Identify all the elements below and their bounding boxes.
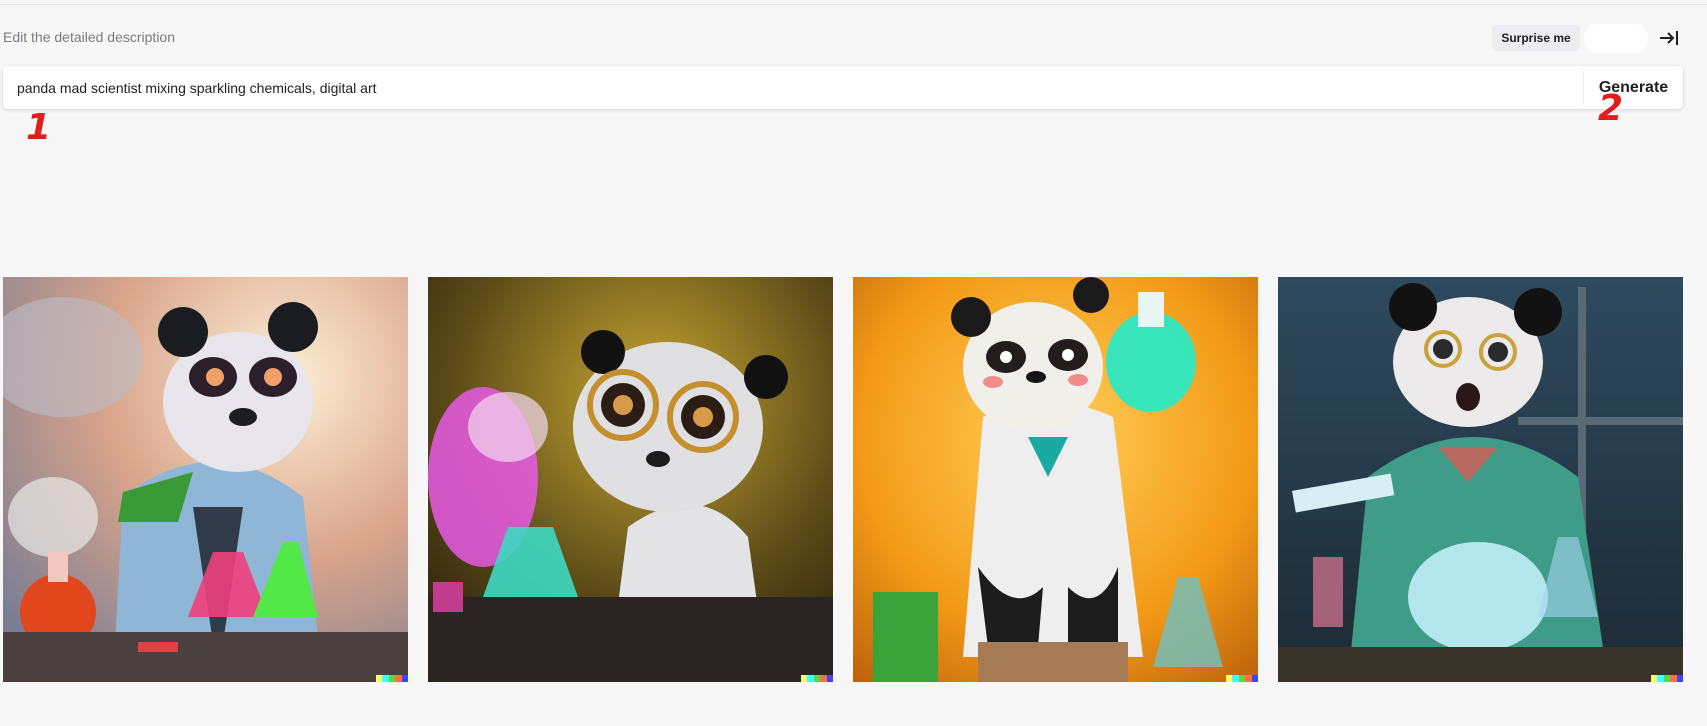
annotation-marker-1: 1 [26, 107, 52, 148]
result-image-2[interactable] [428, 277, 833, 682]
result-image-3[interactable] [853, 277, 1258, 682]
result-image-4[interactable] [1278, 277, 1683, 682]
top-divider [0, 4, 1707, 5]
watermark [801, 675, 833, 682]
prompt-bar: Generate [3, 66, 1683, 109]
watermark [376, 675, 408, 682]
surprise-me-button[interactable]: Surprise me [1492, 25, 1580, 51]
upload-button[interactable] [1584, 24, 1648, 53]
watermark [1651, 675, 1683, 682]
prompt-hint: Edit the detailed description [3, 29, 175, 45]
result-image-1[interactable] [3, 277, 408, 682]
prompt-input[interactable] [3, 66, 1583, 109]
annotation-marker-2: 2 [1598, 88, 1624, 129]
watermark [1226, 675, 1258, 682]
collapse-panel-icon[interactable] [1656, 26, 1682, 50]
